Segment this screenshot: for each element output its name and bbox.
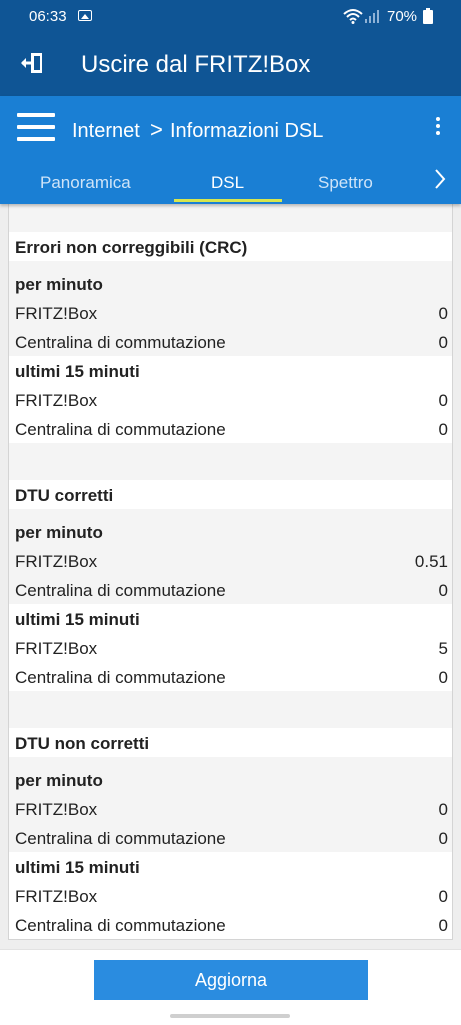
table-row: FRITZ!Box 0 bbox=[15, 887, 448, 906]
battery-icon bbox=[423, 8, 433, 24]
section-title: Errori non correggibili (CRC) bbox=[15, 238, 248, 257]
section-title: DTU corretti bbox=[15, 486, 114, 505]
table-row: Centralina di commutazione 0 bbox=[15, 420, 448, 439]
group-header: ultimi 15 minuti bbox=[15, 858, 140, 877]
group-header: ultimi 15 minuti bbox=[15, 610, 140, 629]
table-row: Centralina di commutazione 0 bbox=[15, 916, 448, 935]
table-row: Centralina di commutazione 0 bbox=[9, 575, 452, 604]
breadcrumb-separator: > bbox=[150, 117, 163, 142]
table-row: Centralina di commutazione 0 bbox=[15, 668, 448, 687]
section-spacer bbox=[9, 509, 452, 517]
bottom-bar: Aggiorna bbox=[0, 949, 461, 1025]
table-row: FRITZ!Box 0 bbox=[9, 794, 452, 823]
app-bar: Internet > Informazioni DSL Panoramica D… bbox=[0, 96, 461, 204]
table-row: FRITZ!Box 0.51 bbox=[9, 546, 452, 575]
refresh-button[interactable]: Aggiorna bbox=[94, 960, 368, 1000]
logout-bar[interactable]: Uscire dal FRITZ!Box bbox=[0, 32, 461, 96]
tab-dsl[interactable]: DSL bbox=[211, 173, 244, 193]
section-spacer bbox=[9, 204, 452, 232]
status-bar: 06:33 70% bbox=[0, 0, 461, 32]
status-time: 06:33 bbox=[29, 8, 67, 25]
table-row: Centralina di commutazione 0 bbox=[9, 327, 452, 356]
group-header: per minuto bbox=[9, 269, 452, 298]
active-tab-indicator bbox=[174, 199, 282, 202]
table-row: FRITZ!Box 0 bbox=[9, 298, 452, 327]
image-icon bbox=[78, 10, 92, 21]
battery-percent: 70% bbox=[387, 8, 418, 25]
menu-icon[interactable] bbox=[17, 113, 55, 143]
section-spacer bbox=[9, 757, 452, 765]
signal-icon bbox=[365, 10, 379, 23]
logout-title[interactable]: Uscire dal FRITZ!Box bbox=[81, 51, 310, 79]
table-row: FRITZ!Box 0 bbox=[15, 391, 448, 410]
section-spacer bbox=[9, 443, 452, 480]
dsl-stats-panel[interactable]: Errori non correggibili (CRC) per minuto… bbox=[8, 204, 453, 940]
group-header: per minuto bbox=[9, 517, 452, 546]
more-icon[interactable] bbox=[434, 117, 442, 139]
breadcrumb-dsl-info: Informazioni DSL bbox=[170, 120, 324, 142]
exit-icon[interactable] bbox=[20, 52, 44, 74]
group-header: per minuto bbox=[9, 765, 452, 794]
chevron-right-icon[interactable] bbox=[433, 168, 447, 190]
table-row: FRITZ!Box 5 bbox=[15, 639, 448, 658]
gesture-nav-handle[interactable] bbox=[170, 1014, 290, 1018]
section-title: DTU non corretti bbox=[15, 734, 150, 753]
section-spacer bbox=[9, 691, 452, 728]
wifi-icon bbox=[343, 9, 363, 24]
table-row: Centralina di commutazione 0 bbox=[9, 823, 452, 852]
breadcrumb-internet[interactable]: Internet bbox=[72, 120, 140, 143]
tab-panoramica[interactable]: Panoramica bbox=[40, 173, 131, 193]
section-spacer bbox=[9, 261, 452, 269]
group-header: ultimi 15 minuti bbox=[15, 362, 140, 381]
tab-spettro[interactable]: Spettro bbox=[318, 173, 373, 193]
